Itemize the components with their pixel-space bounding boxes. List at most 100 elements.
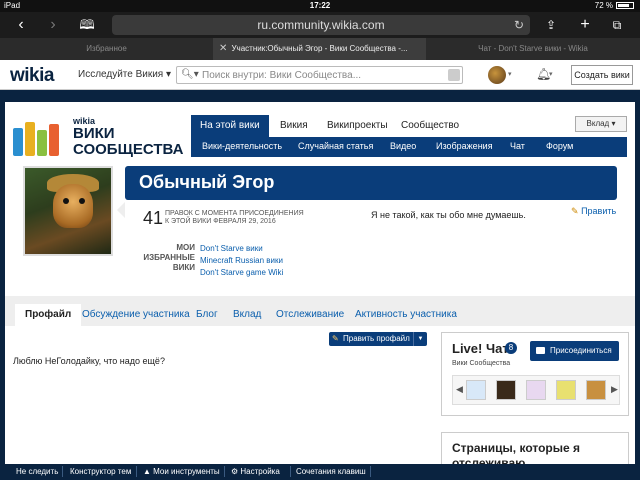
user-tab-profile[interactable]: Профайл — [15, 304, 82, 326]
edit-count-description: ПРАВОК С МОМЕНТА ПРИСОЕДИНЕНИЯ К ЭТОЙ ВИ… — [165, 210, 304, 226]
user-bio: Я не такой, как ты обо мне думаешь. — [371, 210, 526, 220]
keyboard-shortcuts-button[interactable]: Сочетания клавиш — [296, 467, 366, 476]
chevron-down-icon: ▾ — [611, 119, 616, 128]
chat-wiki-name: Вики Сообщества — [452, 360, 511, 367]
battery-percent: 72 % — [594, 1, 613, 10]
chat-title: Live! Чат — [452, 341, 509, 356]
wikia-logo[interactable]: wikia — [10, 65, 54, 87]
favorite-wiki-link[interactable]: Minecraft Russian вики — [200, 255, 283, 267]
tabs-overview-icon[interactable]: ⧉ — [606, 15, 628, 35]
chevron-down-icon[interactable]: ▼ — [413, 332, 427, 346]
wiki-tab-community[interactable]: Сообщество — [392, 115, 469, 137]
user-avatar[interactable] — [488, 66, 506, 84]
explore-label: Исследуйте Викия — [78, 69, 164, 80]
fav-label-line2: ИЗБРАННЫЕ — [143, 253, 195, 262]
unfollow-button[interactable]: Не следить — [16, 467, 58, 476]
tab-label: Чат - Don't Starve вики - Wikia — [478, 44, 588, 53]
new-tab-icon[interactable]: + — [574, 15, 596, 35]
chevron-up-icon: ▲ — [143, 467, 151, 476]
battery-status: 72 % — [595, 1, 634, 10]
back-icon[interactable]: ‹ — [10, 15, 32, 35]
my-tools-label: Мои инструменты — [153, 467, 220, 476]
fav-label-line3: ВИКИ — [172, 263, 195, 272]
favorite-wiki-link[interactable]: Don't Starve вики — [200, 243, 283, 255]
chat-user-avatar[interactable] — [586, 380, 606, 400]
customize-button[interactable]: ⚙ Настройка — [231, 467, 280, 476]
customize-label: Настройка — [240, 467, 280, 476]
contributions-label: Вклад — [586, 119, 610, 128]
user-tab-blog[interactable]: Блог — [196, 304, 218, 326]
my-tools-button[interactable]: ▲ Мои инструменты — [143, 467, 220, 476]
battery-icon — [616, 2, 634, 9]
chat-users-carousel: ◀ ▶ — [452, 375, 620, 405]
user-tab-talk[interactable]: Обсуждение участника — [82, 304, 190, 326]
bookmarks-icon[interactable]: 🕮 — [76, 15, 98, 35]
banner-notch — [117, 202, 125, 218]
gear-icon: ⚙ — [231, 467, 239, 476]
reload-icon[interactable]: ↻ — [514, 15, 524, 35]
contributions-dropdown[interactable]: Вклад ▾ — [575, 116, 627, 132]
search-submit-button[interactable] — [448, 69, 460, 81]
create-wiki-button[interactable]: Создать вики — [571, 65, 633, 85]
chat-user-avatar[interactable] — [526, 380, 546, 400]
subnav-images[interactable]: Изображения — [436, 141, 493, 151]
user-name: Обычный Эгор — [139, 172, 275, 192]
arrow-left-icon[interactable]: ◀ — [456, 384, 463, 395]
user-tab-contributions[interactable]: Вклад — [233, 304, 261, 326]
edit-count: 41 — [143, 208, 164, 228]
join-chat-label: Присоединиться — [550, 346, 612, 355]
browser-tab-chat[interactable]: Чат - Don't Starve вики - Wikia — [426, 38, 640, 60]
divider — [290, 466, 291, 477]
ios-status-bar: iPad 17:22 72 % — [0, 0, 640, 12]
browser-toolbar: ‹ › 🕮 ru.community.wikia.com ↻ ⇪ + ⧉ — [0, 12, 640, 38]
chevron-down-icon[interactable]: ▾ — [549, 70, 553, 78]
wiki-tab-wikia[interactable]: Викия — [271, 115, 317, 137]
wiki-tab-on-this-wiki[interactable]: На этой вики — [191, 115, 269, 137]
forward-icon[interactable]: › — [42, 15, 64, 35]
user-tab-activity[interactable]: Активность участника — [355, 304, 457, 326]
edit-profile-button[interactable]: ✎ Править профайл ▼ — [329, 332, 427, 346]
user-tab-following[interactable]: Отслеживание — [276, 304, 344, 326]
share-icon[interactable]: ⇪ — [540, 15, 562, 35]
divider — [136, 466, 137, 477]
browser-tab-active[interactable]: ✕ Участник:Обычный Эгор - Вики Сообщества… — [213, 38, 426, 60]
edit-profile-label: Править профайл — [343, 334, 410, 343]
browser-tab-favorites[interactable]: Избранное — [0, 38, 213, 60]
chat-user-avatar[interactable] — [556, 380, 576, 400]
page-content: wikia ВИКИ СООБЩЕСТВА На этой вики Викия… — [5, 102, 635, 472]
explore-menu[interactable]: Исследуйте Викия ▾ — [78, 69, 171, 80]
divider — [62, 466, 63, 477]
subnav-forum[interactable]: Форум — [546, 141, 573, 151]
search-icon: 🔍︎▾ — [181, 69, 199, 80]
edit-link-label: Править — [581, 206, 617, 216]
tab-label: Избранное — [86, 44, 127, 53]
close-icon[interactable]: ✕ — [219, 38, 227, 60]
user-name-banner: Обычный Эгор — [125, 166, 617, 200]
url-text: ru.community.wikia.com — [257, 18, 385, 32]
edit-profile-link[interactable]: ✎ Править — [571, 206, 616, 217]
subnav-video[interactable]: Видео — [390, 141, 416, 151]
wiki-tab-wikiprojects[interactable]: Википроекты — [318, 115, 397, 137]
chevron-down-icon: ▾ — [166, 69, 172, 80]
divider — [224, 466, 225, 477]
chat-user-avatar[interactable] — [496, 380, 516, 400]
join-chat-button[interactable]: Присоединиться — [530, 341, 619, 361]
search-placeholder: Поиск внутри: Вики Сообщества... — [202, 70, 362, 81]
browser-tabs: Избранное ✕ Участник:Обычный Эгор - Вики … — [0, 38, 640, 60]
subnav-wiki-activity[interactable]: Вики-деятельность — [202, 141, 282, 151]
favorite-wiki-link[interactable]: Don't Starve game Wiki — [200, 267, 283, 279]
chevron-down-icon[interactable]: ▾ — [508, 70, 512, 78]
chat-user-avatar[interactable] — [466, 380, 486, 400]
arrow-right-icon[interactable]: ▶ — [611, 384, 618, 395]
clock: 17:22 — [309, 1, 331, 10]
subnav-chat[interactable]: Чат — [510, 141, 525, 151]
address-bar[interactable]: ru.community.wikia.com ↻ — [112, 15, 530, 35]
wiki-logo-blocks-icon — [13, 118, 67, 158]
profile-avatar — [23, 166, 113, 256]
wiki-subnav: Вики-деятельность Случайная статья Видео… — [191, 137, 627, 157]
search-input[interactable]: 🔍︎▾ Поиск внутри: Вики Сообщества... — [176, 66, 463, 84]
subnav-random-page[interactable]: Случайная статья — [298, 141, 373, 151]
theme-designer-button[interactable]: Конструктор тем — [70, 467, 131, 476]
favorite-wikis-list: Don't Starve вики Minecraft Russian вики… — [200, 243, 283, 279]
user-tabs: Профайл Обсуждение участника Блог Вклад … — [5, 296, 635, 326]
